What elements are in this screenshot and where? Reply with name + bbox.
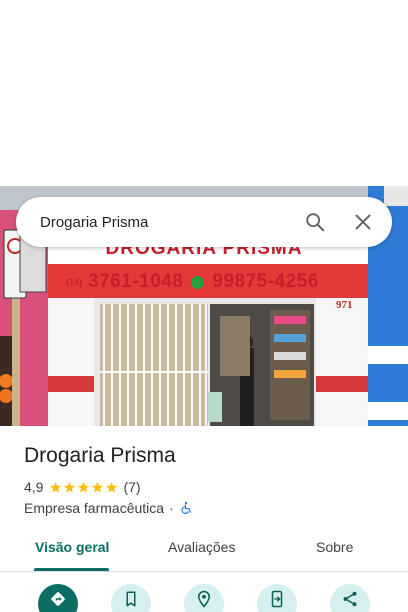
close-icon[interactable] — [352, 211, 374, 233]
place-title: Drogaria Prisma — [24, 444, 176, 467]
send-to-phone-button[interactable] — [257, 584, 297, 612]
sign-phone-numbers: (14) 3761-1048 99875-4256 — [66, 271, 319, 293]
star-icon — [92, 481, 104, 492]
nearby-pin-icon — [197, 590, 211, 608]
rating-stars — [49, 481, 118, 494]
star-icon — [106, 481, 118, 492]
tab-reviews[interactable]: Avaliações — [168, 539, 235, 555]
door-number: 971 — [336, 299, 353, 311]
sign-area-code: (14) — [66, 277, 83, 287]
sign-phone-1: 3761-1048 — [88, 271, 184, 292]
search-bar[interactable]: Drogaria Prisma — [16, 197, 392, 247]
star-icon — [78, 481, 90, 492]
review-count[interactable]: (7) — [123, 479, 140, 495]
action-buttons — [0, 584, 408, 612]
wheelchair-accessible-icon — [181, 501, 191, 514]
search-icon[interactable] — [304, 211, 326, 233]
rating-row[interactable]: 4,9 (7) — [24, 479, 141, 495]
search-input[interactable]: Drogaria Prisma — [40, 214, 392, 231]
save-button[interactable] — [111, 584, 151, 612]
share-icon — [343, 591, 357, 607]
maps-place-page: DROGARIA PRISMA (14) 3761-1048 99875-425… — [0, 0, 408, 612]
separator-dot: · — [169, 500, 174, 516]
tab-overview[interactable]: Visão geral — [35, 539, 109, 555]
directions-button[interactable] — [38, 584, 78, 612]
bookmark-icon — [126, 591, 136, 607]
place-tabs: Visão geral Avaliações Sobre — [0, 528, 408, 572]
send-to-phone-icon — [271, 590, 283, 608]
category-row: Empresa farmacêutica · — [24, 500, 193, 516]
share-button[interactable] — [330, 584, 370, 612]
star-icon — [50, 481, 62, 492]
rating-value: 4,9 — [24, 479, 44, 495]
whatsapp-icon — [191, 275, 205, 289]
sign-phone-2: 99875-4256 — [212, 271, 319, 292]
tab-about[interactable]: Sobre — [316, 539, 353, 555]
nearby-button[interactable] — [184, 584, 224, 612]
active-tab-indicator — [34, 568, 109, 571]
directions-icon — [51, 592, 65, 606]
star-icon — [64, 481, 76, 492]
place-category: Empresa farmacêutica — [24, 500, 165, 516]
